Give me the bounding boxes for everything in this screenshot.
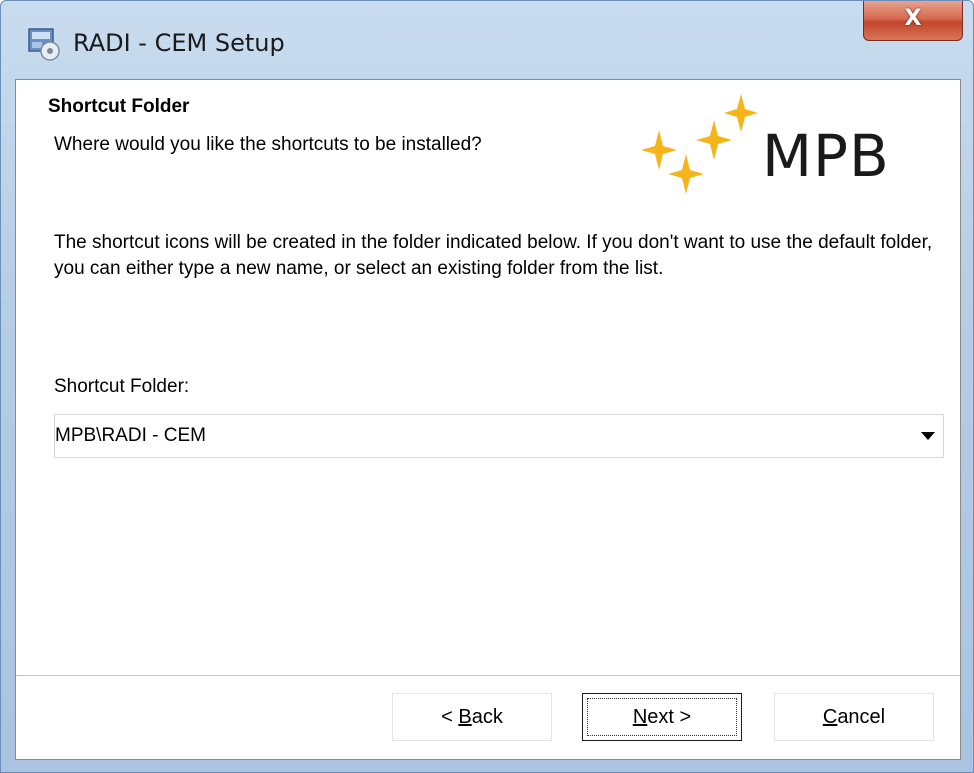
page-heading: Shortcut Folder bbox=[48, 96, 190, 117]
description-text: The shortcut icons will be created in th… bbox=[54, 232, 933, 279]
shortcut-folder-combobox[interactable]: MPB\RADI - CEM bbox=[54, 414, 944, 458]
title-bar[interactable]: RADI - CEM Setup X bbox=[1, 1, 973, 79]
back-button-accel: B bbox=[458, 706, 472, 728]
button-separator bbox=[16, 675, 960, 676]
shortcut-folder-label: Shortcut Folder: bbox=[54, 376, 190, 397]
cancel-button-rest: ancel bbox=[837, 706, 886, 728]
wizard-panel: Shortcut Folder Where would you like the… bbox=[15, 79, 961, 760]
close-button[interactable]: X bbox=[863, 1, 963, 41]
setup-window: RADI - CEM Setup X Shortcut Folder Where… bbox=[0, 0, 974, 773]
back-button[interactable]: < Back bbox=[392, 693, 552, 741]
next-button[interactable]: Next > bbox=[582, 693, 742, 741]
focus-rectangle bbox=[587, 698, 737, 736]
logo-text: MPB bbox=[762, 122, 890, 190]
back-button-rest: ack bbox=[471, 706, 503, 728]
sparkle-stars-icon bbox=[641, 94, 758, 194]
shortcut-folder-value[interactable]: MPB\RADI - CEM bbox=[55, 415, 206, 457]
mpb-logo: MPB bbox=[636, 94, 936, 212]
installer-icon bbox=[28, 28, 60, 61]
chevron-down-icon[interactable] bbox=[921, 432, 935, 440]
page-subheading: Where would you like the shortcuts to be… bbox=[54, 134, 482, 155]
window-title: RADI - CEM Setup bbox=[73, 29, 285, 57]
back-button-prefix: < bbox=[441, 706, 459, 728]
cancel-button[interactable]: Cancel bbox=[774, 693, 934, 741]
close-icon: X bbox=[904, 6, 922, 31]
cancel-button-accel: C bbox=[822, 706, 838, 728]
